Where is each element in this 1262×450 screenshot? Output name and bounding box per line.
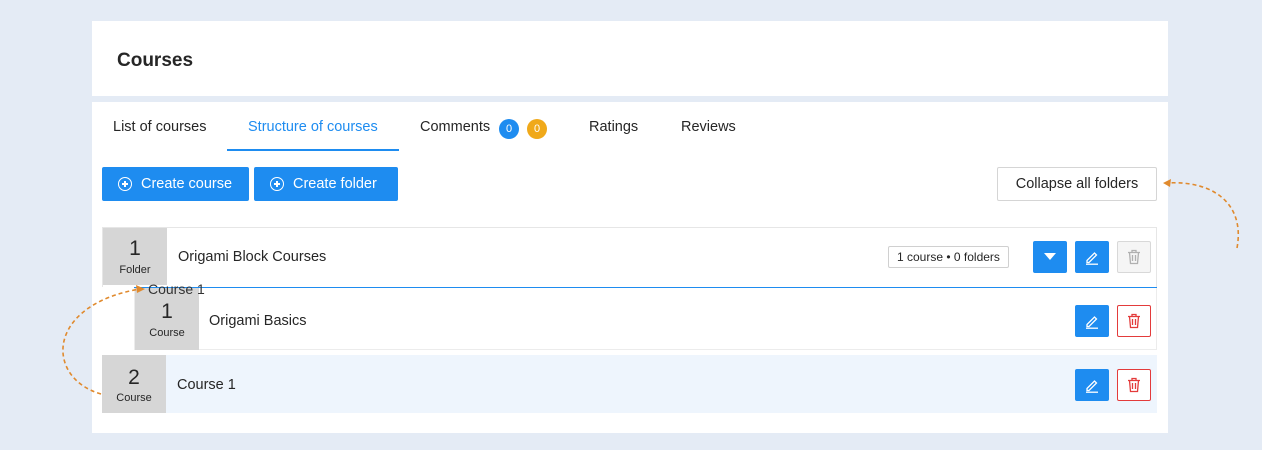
tab-bar: List of courses Structure of courses Com… (92, 102, 1168, 152)
comments-pending-badge: 0 (527, 119, 547, 139)
collapse-all-folders-button[interactable]: Collapse all folders (997, 167, 1157, 201)
collapse-annotation-arrow (1165, 182, 1240, 249)
delete-course-button[interactable] (1117, 369, 1151, 401)
plus-circle-icon (118, 177, 132, 191)
folder-number-box: 1 Folder (103, 228, 167, 285)
trash-icon (1128, 249, 1140, 265)
delete-folder-button[interactable] (1117, 241, 1151, 273)
folder-type-label: Folder (119, 264, 151, 276)
plus-circle-icon (270, 177, 284, 191)
page-header: Courses (92, 21, 1168, 96)
caret-down-icon (1044, 253, 1056, 260)
course-type-label: Course (116, 392, 152, 404)
edit-course-button[interactable] (1075, 369, 1109, 401)
trash-icon (1128, 377, 1140, 393)
create-folder-label: Create folder (293, 176, 377, 192)
course-row[interactable]: 2 Course Course 1 (102, 355, 1157, 413)
comments-count-badge: 0 (499, 119, 519, 139)
child-course-title: Origami Basics (209, 313, 307, 329)
expand-folder-button[interactable] (1033, 241, 1067, 273)
course-number: 2 (128, 366, 140, 389)
folder-contents-tag: 1 course • 0 folders (888, 246, 1009, 268)
folder-title: Origami Block Courses (178, 249, 327, 265)
course-number-box: 2 Course (102, 355, 166, 413)
create-course-label: Create course (141, 176, 233, 192)
pencil-icon (1086, 380, 1098, 393)
drag-ghost-label: Course 1 (148, 281, 205, 297)
tab-comments[interactable]: Comments (420, 119, 490, 135)
pencil-icon (1086, 316, 1098, 329)
tab-reviews[interactable]: Reviews (681, 119, 736, 135)
edit-folder-button[interactable] (1075, 241, 1109, 273)
child-course-number: 1 (161, 300, 173, 323)
course-title: Course 1 (177, 377, 236, 393)
page-title: Courses (117, 50, 194, 71)
folder-number: 1 (129, 237, 141, 260)
tab-list-of-courses[interactable]: List of courses (113, 119, 207, 135)
create-course-button[interactable]: Create course (102, 167, 249, 201)
tab-structure-of-courses[interactable]: Structure of courses (248, 119, 378, 135)
delete-child-course-button[interactable] (1117, 305, 1151, 337)
edit-child-course-button[interactable] (1075, 305, 1109, 337)
main-panel: List of courses Structure of courses Com… (92, 102, 1168, 433)
child-course-number-box: 1 Course (135, 288, 199, 350)
folder-child-course-row[interactable]: 1 Course Origami Basics (134, 288, 1157, 350)
folder-row[interactable]: 1 Folder Origami Block Courses 1 course … (102, 227, 1157, 287)
tab-ratings[interactable]: Ratings (589, 119, 638, 135)
child-course-type-label: Course (149, 327, 185, 339)
trash-icon (1128, 313, 1140, 329)
active-tab-indicator (227, 149, 399, 151)
pencil-icon (1086, 252, 1098, 265)
create-folder-button[interactable]: Create folder (254, 167, 398, 201)
